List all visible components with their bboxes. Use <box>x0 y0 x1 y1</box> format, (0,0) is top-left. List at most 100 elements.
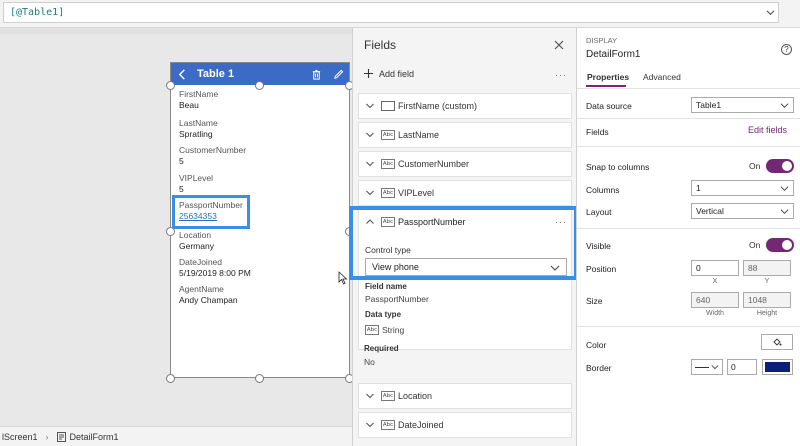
field-name: Location <box>398 391 433 401</box>
chevron-down-icon[interactable] <box>365 101 375 111</box>
width-input[interactable]: 640 <box>691 292 739 308</box>
form-icon <box>56 431 66 442</box>
field-row-datejoined[interactable]: Abc DateJoined <box>358 412 572 438</box>
properties-panel: DISPLAY DetailForm1 ? Properties Advance… <box>576 28 800 446</box>
add-field-button[interactable]: Add field <box>363 68 414 79</box>
chevron-down-icon[interactable] <box>365 188 375 198</box>
border-line-icon <box>695 366 709 368</box>
back-arrow-icon[interactable] <box>177 68 191 80</box>
card-label: DateJoined <box>179 257 223 267</box>
toggle-switch[interactable] <box>766 238 795 252</box>
passport-card-highlight <box>172 195 250 229</box>
card-value: Beau <box>179 100 199 110</box>
formula-bar: [@Table1] <box>0 0 800 28</box>
data-source-value: Table1 <box>696 100 722 110</box>
control-name[interactable]: DetailForm1 <box>586 49 640 60</box>
breadcrumb-form[interactable]: DetailForm1 <box>56 431 119 442</box>
chevron-down-icon[interactable] <box>761 2 779 23</box>
border-width-input[interactable]: 0 <box>727 359 757 375</box>
border-style-dropdown[interactable] <box>691 359 723 375</box>
required-value: No <box>364 357 375 367</box>
help-icon[interactable]: ? <box>781 44 792 55</box>
chevron-down-icon <box>780 103 789 109</box>
more-options-icon[interactable]: ··· <box>555 70 567 80</box>
field-name: FirstName (custom) <box>398 101 478 111</box>
position-x-input[interactable]: 0 <box>691 260 739 276</box>
field-name: VIPLevel <box>398 188 435 198</box>
mouse-cursor-icon <box>338 271 348 285</box>
position-y-input[interactable]: 88 <box>743 260 791 276</box>
breadcrumb-screen[interactable]: lScreen1 <box>2 432 38 442</box>
text-type-icon: Abc <box>381 130 395 140</box>
edit-fields-link[interactable]: Edit fields <box>748 125 787 135</box>
snap-toggle[interactable]: On <box>749 159 795 173</box>
card-value: 5/19/2019 8:00 PM <box>179 268 251 278</box>
card-location[interactable]: Location Germany <box>179 230 339 252</box>
layout-dropdown[interactable]: Vertical <box>691 203 794 219</box>
data-source-dropdown[interactable]: Table1 <box>691 97 794 113</box>
form-title: Table 1 <box>197 68 235 80</box>
card-datejoined[interactable]: DateJoined 5/19/2019 8:00 PM <box>179 257 339 279</box>
x-caption: X <box>712 278 718 285</box>
chevron-down-icon[interactable] <box>365 391 375 401</box>
field-row-lastname[interactable]: Abc LastName <box>358 122 572 148</box>
card-value: Spratling <box>179 129 213 139</box>
card-icon <box>381 101 395 111</box>
data-type-value-row: Abc String <box>365 325 404 335</box>
border-color-button[interactable] <box>762 359 793 375</box>
visible-label: Visible <box>586 241 611 251</box>
y-caption: Y <box>764 278 770 285</box>
chevron-down-icon[interactable] <box>365 130 375 140</box>
border-label: Border <box>586 363 612 373</box>
card-viplevel[interactable]: VIPLevel 5 <box>179 173 339 195</box>
pencil-icon[interactable] <box>331 67 345 81</box>
card-value: 5 <box>179 184 184 194</box>
data-type-label: Data type <box>365 310 402 319</box>
size-label: Size <box>586 296 603 306</box>
card-lastname[interactable]: LastName Spratling <box>179 118 339 140</box>
properties-kicker: DISPLAY <box>586 36 618 45</box>
close-icon[interactable] <box>553 39 565 51</box>
formula-input[interactable]: [@Table1] <box>3 2 779 23</box>
trash-icon[interactable] <box>309 67 323 81</box>
field-row-customernumber[interactable]: Abc CustomerNumber <box>358 151 572 177</box>
resize-handle[interactable] <box>166 374 175 383</box>
chevron-down-icon[interactable] <box>365 420 375 430</box>
resize-handle[interactable] <box>255 374 264 383</box>
card-customernumber[interactable]: CustomerNumber 5 <box>179 145 339 167</box>
field-name-label: Field name <box>365 282 407 291</box>
resize-handle[interactable] <box>166 81 175 90</box>
field-row-location[interactable]: Abc Location <box>358 383 572 409</box>
card-value: Andy Champan <box>179 295 238 305</box>
columns-dropdown[interactable]: 1 <box>691 180 794 196</box>
color-picker-button[interactable] <box>761 334 793 350</box>
divider <box>577 326 800 327</box>
card-label: Location <box>179 230 212 240</box>
tab-advanced[interactable]: Advanced <box>643 72 681 82</box>
layout-value: Vertical <box>696 206 724 216</box>
breadcrumb: lScreen1 › DetailForm1 <box>0 426 352 446</box>
toggle-knob <box>782 161 793 171</box>
add-field-label: Add field <box>379 68 415 79</box>
height-input[interactable]: 1048 <box>743 292 791 308</box>
field-row-firstname[interactable]: FirstName (custom) <box>358 93 572 119</box>
paint-bucket-icon <box>773 338 782 346</box>
data-type-value: String <box>382 325 405 335</box>
card-label: VIPLevel <box>179 173 214 183</box>
tab-properties[interactable]: Properties <box>587 72 629 82</box>
toggle-switch[interactable] <box>766 159 795 173</box>
chevron-down-icon[interactable] <box>365 159 375 169</box>
card-firstname[interactable]: FirstName Beau <box>179 89 339 111</box>
resize-handle[interactable] <box>166 227 175 236</box>
fields-label: Fields <box>586 127 609 137</box>
card-label: LastName <box>179 118 218 128</box>
chevron-down-icon <box>780 209 789 215</box>
card-agentname[interactable]: AgentName Andy Champan <box>179 284 339 306</box>
field-name-value: PassportNumber <box>365 294 429 304</box>
visible-toggle[interactable]: On <box>749 238 795 252</box>
field-row-viplevel[interactable]: Abc VIPLevel <box>358 180 572 206</box>
text-type-icon: Abc <box>381 188 395 198</box>
canvas-band <box>0 28 352 34</box>
divider <box>577 118 800 119</box>
resize-handle[interactable] <box>255 81 264 90</box>
